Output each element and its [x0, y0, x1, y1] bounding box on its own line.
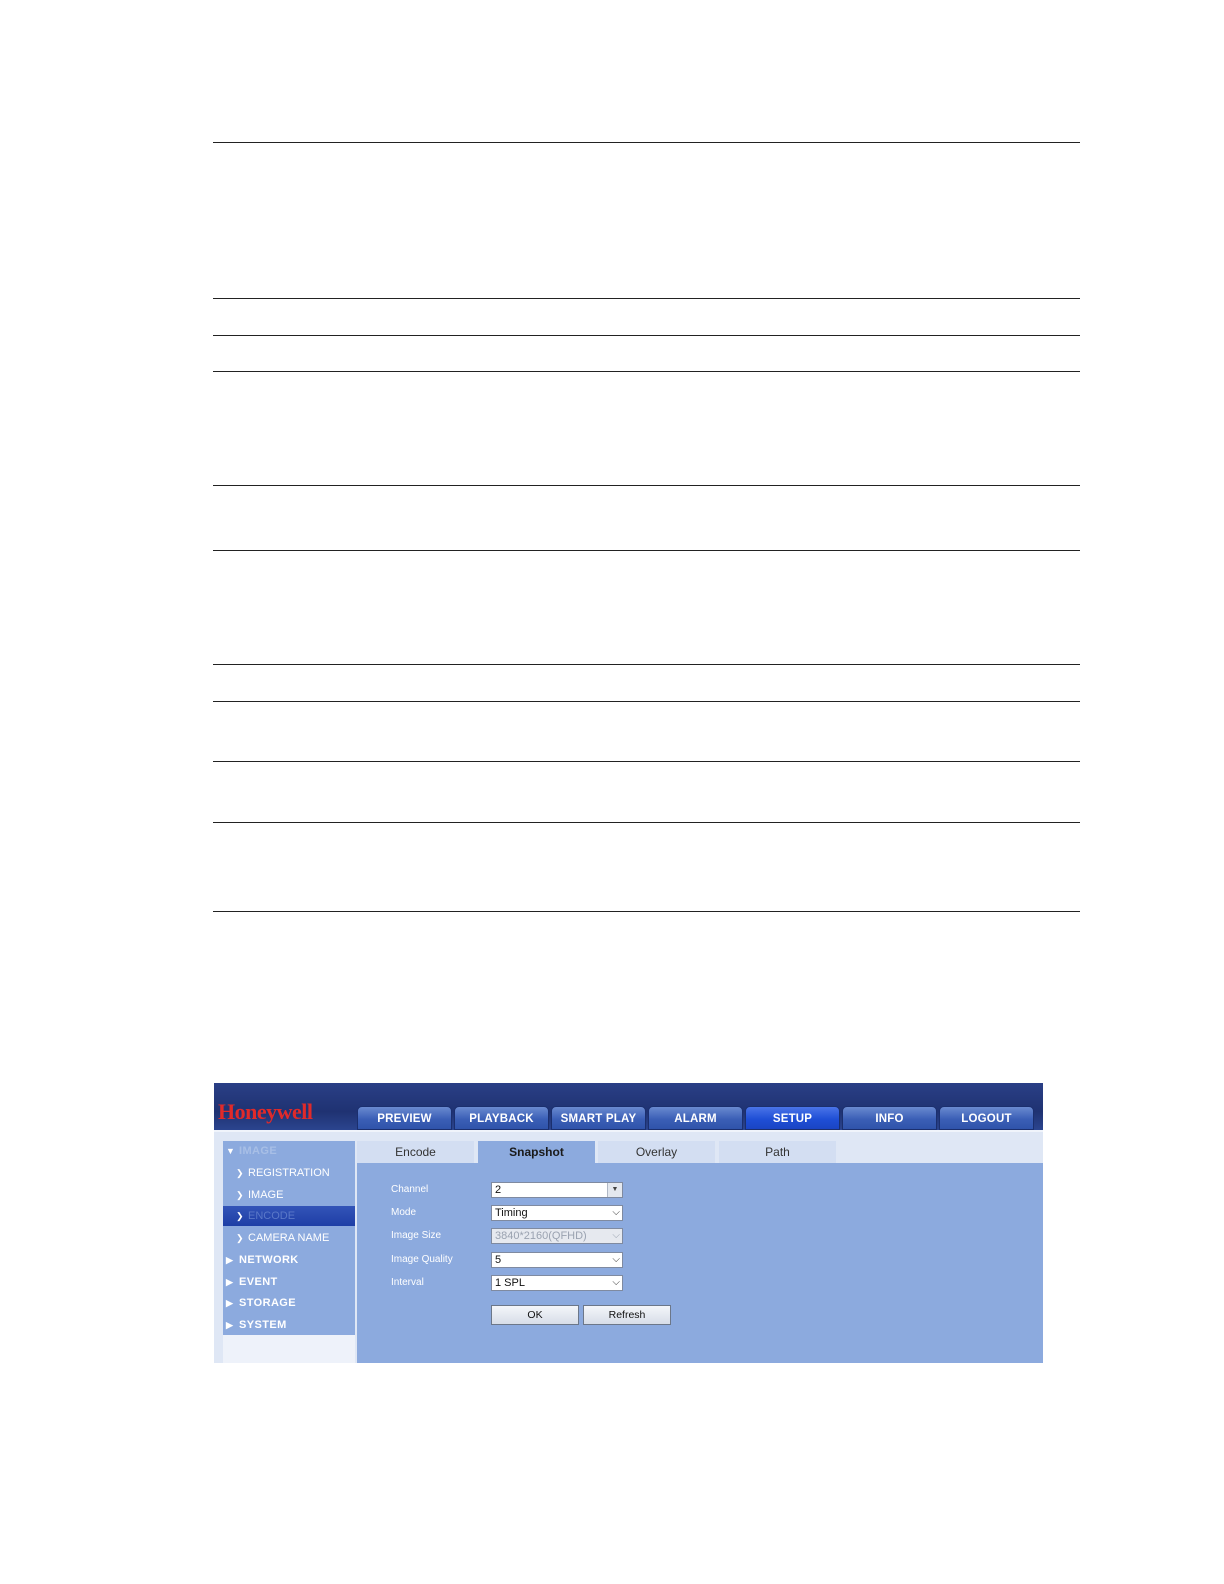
sidebar-footer: [223, 1335, 355, 1363]
image-size-select: 3840*2160(QFHD) ⌵: [491, 1228, 623, 1244]
table-rule: [213, 550, 1080, 551]
sidebar-item-encode[interactable]: ❯ ENCODE: [223, 1206, 355, 1226]
dropdown-arrow-icon: ▼: [607, 1183, 622, 1197]
chevron-right-icon: ❯: [236, 1190, 244, 1200]
image-size-value: 3840*2160(QFHD): [495, 1230, 587, 1242]
table-rule: [213, 371, 1080, 372]
nav-alarm[interactable]: ALARM: [648, 1106, 743, 1130]
chevron-down-icon: ⌵: [612, 1277, 620, 1288]
sidebar-section-label: NETWORK: [239, 1254, 299, 1266]
sidebar-item-label: ENCODE: [248, 1210, 296, 1222]
sidebar-group-label: IMAGE: [239, 1145, 278, 1157]
interval-value: 1 SPL: [495, 1277, 525, 1289]
sidebar-item-image[interactable]: ❯ IMAGE: [223, 1185, 355, 1205]
tab-snapshot[interactable]: Snapshot: [478, 1141, 595, 1163]
triangle-right-icon: ▶: [226, 1255, 234, 1265]
table-rule: [213, 142, 1080, 143]
triangle-right-icon: ▶: [226, 1277, 234, 1287]
mode-label: Mode: [391, 1207, 417, 1218]
sidebar-item-registration[interactable]: ❯ REGISTRATION: [223, 1163, 355, 1183]
table-rule: [213, 485, 1080, 486]
table-rule: [213, 335, 1080, 336]
tab-overlay[interactable]: Overlay: [598, 1141, 715, 1163]
chevron-right-icon: ❯: [236, 1211, 244, 1221]
chevron-down-icon: ⌵: [612, 1230, 620, 1241]
nav-smart-play[interactable]: SMART PLAY: [551, 1106, 646, 1130]
chevron-down-icon: ⌵: [612, 1254, 620, 1265]
image-quality-label: Image Quality: [391, 1254, 453, 1265]
sidebar-item-label: REGISTRATION: [248, 1167, 330, 1179]
nav-info[interactable]: INFO: [842, 1106, 937, 1130]
web-ui-screenshot: Honeywell PREVIEW PLAYBACK SMART PLAY AL…: [214, 1083, 1043, 1363]
image-quality-select[interactable]: 5 ⌵: [491, 1252, 623, 1268]
table-rule: [213, 298, 1080, 299]
triangle-down-icon: ▼: [226, 1146, 236, 1156]
sidebar-section-network[interactable]: ▶ NETWORK: [223, 1250, 355, 1270]
snapshot-panel: Channel 2 ▼ Mode Timing ⌵ Image Size 384…: [357, 1163, 1043, 1363]
header-bar: Honeywell PREVIEW PLAYBACK SMART PLAY AL…: [214, 1083, 1043, 1131]
chevron-right-icon: ❯: [236, 1233, 244, 1243]
logo: Honeywell: [218, 1099, 313, 1124]
channel-label: Channel: [391, 1184, 429, 1195]
interval-label: Interval: [391, 1277, 424, 1288]
sidebar-group-image[interactable]: ▼ IMAGE: [223, 1141, 355, 1161]
sidebar: ▼ IMAGE ❯ REGISTRATION ❯ IMAGE ❯ ENCODE …: [223, 1141, 355, 1335]
image-size-label: Image Size: [391, 1230, 442, 1241]
tab-encode[interactable]: Encode: [357, 1141, 474, 1163]
nav-setup[interactable]: SETUP: [745, 1106, 840, 1130]
tab-path[interactable]: Path: [719, 1141, 836, 1163]
chevron-right-icon: ❯: [236, 1168, 244, 1178]
nav-preview[interactable]: PREVIEW: [357, 1106, 452, 1130]
nav-divider: [214, 1130, 1043, 1132]
mode-select[interactable]: Timing ⌵: [491, 1205, 623, 1221]
sidebar-item-camera-name[interactable]: ❯ CAMERA NAME: [223, 1228, 355, 1248]
table-rule: [213, 911, 1080, 912]
nav-playback[interactable]: PLAYBACK: [454, 1106, 549, 1130]
ok-button[interactable]: OK: [491, 1305, 579, 1325]
sidebar-section-event[interactable]: ▶ EVENT: [223, 1272, 355, 1292]
sidebar-item-label: IMAGE: [248, 1189, 284, 1201]
channel-select[interactable]: 2 ▼: [491, 1182, 623, 1198]
refresh-button[interactable]: Refresh: [583, 1305, 671, 1325]
sidebar-section-label: STORAGE: [239, 1297, 296, 1309]
sidebar-section-label: EVENT: [239, 1276, 278, 1288]
chevron-down-icon: ⌵: [612, 1207, 620, 1218]
channel-value: 2: [495, 1184, 502, 1196]
sidebar-section-storage[interactable]: ▶ STORAGE: [223, 1293, 355, 1313]
image-quality-value: 5: [495, 1254, 502, 1266]
sidebar-section-label: SYSTEM: [239, 1319, 287, 1331]
table-rule: [213, 761, 1080, 762]
sidebar-section-system[interactable]: ▶ SYSTEM: [223, 1315, 355, 1335]
table-rule: [213, 664, 1080, 665]
tab-bar: Encode Snapshot Overlay Path: [357, 1141, 1043, 1163]
nav-logout[interactable]: LOGOUT: [939, 1106, 1034, 1130]
triangle-right-icon: ▶: [226, 1298, 234, 1308]
triangle-right-icon: ▶: [226, 1320, 234, 1330]
mode-value: Timing: [495, 1207, 528, 1219]
sidebar-item-label: CAMERA NAME: [248, 1232, 330, 1244]
table-rule: [213, 822, 1080, 823]
interval-select[interactable]: 1 SPL ⌵: [491, 1275, 623, 1291]
table-rule: [213, 701, 1080, 702]
